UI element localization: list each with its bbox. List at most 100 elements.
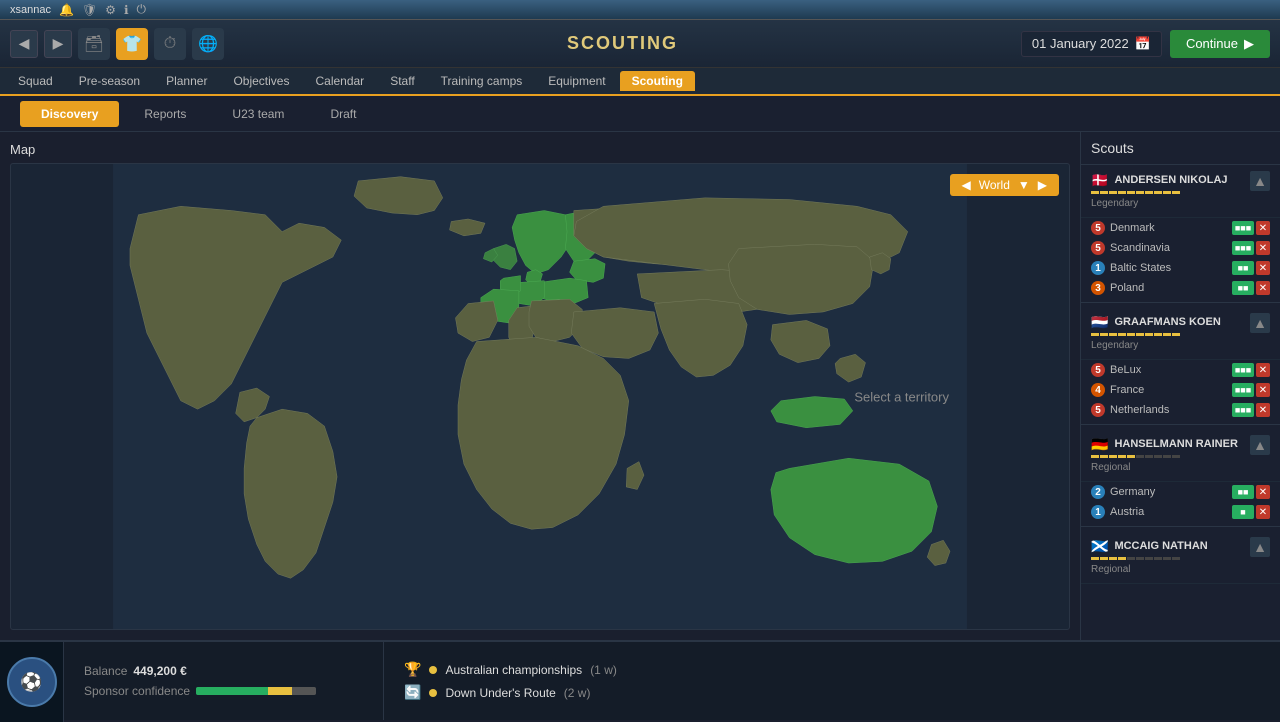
nav-tabs: Squad Pre-season Planner Objectives Cale… xyxy=(0,68,1280,96)
tab-squad[interactable]: Squad xyxy=(6,71,65,91)
territory-poland: Poland xyxy=(1110,282,1144,294)
subtab-u23[interactable]: U23 team xyxy=(211,101,305,127)
territory-row-germany: 2 Germany ■■ ✕ xyxy=(1081,482,1280,502)
territory-row-france: 4 France ■■■ ✕ xyxy=(1081,380,1280,400)
header-left: ◀ ▶ 🗃 👕 ⏱ 🌐 xyxy=(10,28,224,60)
subtab-discovery[interactable]: Discovery xyxy=(20,101,119,127)
scout-hanselmann: 🇩🇪 HANSELMANN RAINER ▲ Regional xyxy=(1081,429,1280,482)
subtab-reports[interactable]: Reports xyxy=(123,101,207,127)
territory-baltic: Baltic States xyxy=(1110,262,1171,274)
action-scandinavia-green[interactable]: ■■■ xyxy=(1232,241,1254,255)
event-dot-2 xyxy=(429,689,437,697)
num-poland: 3 xyxy=(1091,281,1105,295)
action-netherlands-green[interactable]: ■■■ xyxy=(1232,403,1254,417)
territory-germany: Germany xyxy=(1110,486,1155,498)
shield-icon[interactable]: 🛡 xyxy=(82,3,97,17)
action-baltic-green[interactable]: ■■ xyxy=(1232,261,1254,275)
scout-stars-andersen xyxy=(1091,191,1270,194)
action-netherlands-red[interactable]: ✕ xyxy=(1256,403,1270,417)
territory-row-austria: 1 Austria ■ ✕ xyxy=(1081,502,1280,522)
power-icon[interactable]: ⏻ xyxy=(137,2,147,17)
scout-name-andersen: 🇩🇰 ANDERSEN NIKOLAJ xyxy=(1091,172,1228,189)
scout-name-hanselmann: 🇩🇪 HANSELMANN RAINER xyxy=(1091,436,1238,453)
action-denmark-green[interactable]: ■■■ xyxy=(1232,221,1254,235)
conf-green-fill xyxy=(196,687,268,695)
tab-scouting[interactable]: Scouting xyxy=(620,71,695,91)
scout-stars-mccaig xyxy=(1091,557,1270,560)
info-icon[interactable]: ℹ xyxy=(124,3,129,17)
action-france-green[interactable]: ■■■ xyxy=(1232,383,1254,397)
confidence-label: Sponsor confidence xyxy=(84,684,190,698)
gear-icon[interactable]: ⚙ xyxy=(105,3,116,17)
flag-nl: 🇳🇱 xyxy=(1091,314,1108,331)
confidence-row: Sponsor confidence xyxy=(84,684,363,698)
tab-staff[interactable]: Staff xyxy=(378,71,426,91)
continue-button[interactable]: Continue ▶ xyxy=(1170,30,1270,58)
scouts-title: Scouts xyxy=(1081,140,1280,165)
balance-row: Balance 449,200 € xyxy=(84,664,363,678)
tab-planner[interactable]: Planner xyxy=(154,71,219,91)
territory-denmark: Denmark xyxy=(1110,222,1155,234)
back-button[interactable]: ◀ xyxy=(10,30,38,58)
action-belux-red[interactable]: ✕ xyxy=(1256,363,1270,377)
event-dot-1 xyxy=(429,666,437,674)
event-row-2: 🔄 Down Under's Route (2 w) xyxy=(404,684,1260,701)
scouts-panel: Scouts 🇩🇰 ANDERSEN NIKOLAJ ▲ Legendary xyxy=(1080,132,1280,640)
region-label: World xyxy=(979,178,1010,192)
region-selector[interactable]: ◀ World ▼ ▶ xyxy=(950,174,1059,196)
scout-andersen: 🇩🇰 ANDERSEN NIKOLAJ ▲ Legendary xyxy=(1081,165,1280,218)
map-container[interactable]: ◀ World ▼ ▶ Select a territory xyxy=(10,163,1070,630)
map-title: Map xyxy=(10,142,1070,157)
num-baltic: 1 xyxy=(1091,261,1105,275)
action-france-red[interactable]: ✕ xyxy=(1256,383,1270,397)
balance-value: 449,200 € xyxy=(133,664,186,678)
event-time-2: (2 w) xyxy=(564,686,591,700)
conf-yellow-fill xyxy=(268,687,292,695)
tab-equipment[interactable]: Equipment xyxy=(536,71,617,91)
tab-preseason[interactable]: Pre-season xyxy=(67,71,152,91)
collapse-hanselmann[interactable]: ▲ xyxy=(1250,435,1270,455)
calendar-icon[interactable]: 📅 xyxy=(1135,36,1151,52)
action-scandinavia-red[interactable]: ✕ xyxy=(1256,241,1270,255)
action-germany-green[interactable]: ■■ xyxy=(1232,485,1254,499)
territory-netherlands: Netherlands xyxy=(1110,404,1169,416)
date-text: 01 January 2022 xyxy=(1032,36,1129,51)
bell-icon[interactable]: 🔔 xyxy=(59,3,74,17)
collapse-andersen[interactable]: ▲ xyxy=(1250,171,1270,191)
scout-stars-graafmans xyxy=(1091,333,1270,336)
tab-calendar[interactable]: Calendar xyxy=(303,71,376,91)
tab-objectives[interactable]: Objectives xyxy=(221,71,301,91)
action-denmark-red[interactable]: ✕ xyxy=(1256,221,1270,235)
world-icon[interactable]: 🌐 xyxy=(192,28,224,60)
subtab-draft[interactable]: Draft xyxy=(309,101,377,127)
team-icon-btn[interactable]: 👕 xyxy=(116,28,148,60)
forward-button[interactable]: ▶ xyxy=(44,30,72,58)
collapse-mccaig[interactable]: ▲ xyxy=(1250,537,1270,557)
territory-france: France xyxy=(1110,384,1144,396)
action-baltic-red[interactable]: ✕ xyxy=(1256,261,1270,275)
topbar: xsannac 🔔 🛡 ⚙ ℹ ⏻ xyxy=(0,0,1280,20)
flag-dk: 🇩🇰 xyxy=(1091,172,1108,189)
tab-training-camps[interactable]: Training camps xyxy=(429,71,535,91)
event-row-1: 🏆 Australian championships (1 w) xyxy=(404,661,1260,678)
scout-name-graafmans: 🇳🇱 GRAAFMANS KOEN xyxy=(1091,314,1221,331)
clock-icon[interactable]: ⏱ xyxy=(154,28,186,60)
action-poland-red[interactable]: ✕ xyxy=(1256,281,1270,295)
num-austria: 1 xyxy=(1091,505,1105,519)
team-logo: ⚽ xyxy=(0,642,64,722)
scout-rating-graafmans: Legendary xyxy=(1091,340,1270,351)
balance-label: Balance xyxy=(84,664,127,678)
action-austria-green[interactable]: ■ xyxy=(1232,505,1254,519)
action-germany-red[interactable]: ✕ xyxy=(1256,485,1270,499)
collapse-graafmans[interactable]: ▲ xyxy=(1250,313,1270,333)
subtabs: Discovery Reports U23 team Draft xyxy=(0,96,1280,132)
briefcase-icon[interactable]: 🗃 xyxy=(78,28,110,60)
num-germany: 2 xyxy=(1091,485,1105,499)
action-poland-green[interactable]: ■■ xyxy=(1232,281,1254,295)
action-belux-green[interactable]: ■■■ xyxy=(1232,363,1254,377)
territory-row-belux: 5 BeLux ■■■ ✕ xyxy=(1081,360,1280,380)
event-name-1: Australian championships xyxy=(445,663,582,677)
map-section: Map ◀ World ▼ ▶ Select a territory xyxy=(0,132,1080,640)
action-austria-red[interactable]: ✕ xyxy=(1256,505,1270,519)
flag-sct: 🏴󠁧󠁢󠁳󠁣󠁴󠁿 xyxy=(1091,538,1108,555)
